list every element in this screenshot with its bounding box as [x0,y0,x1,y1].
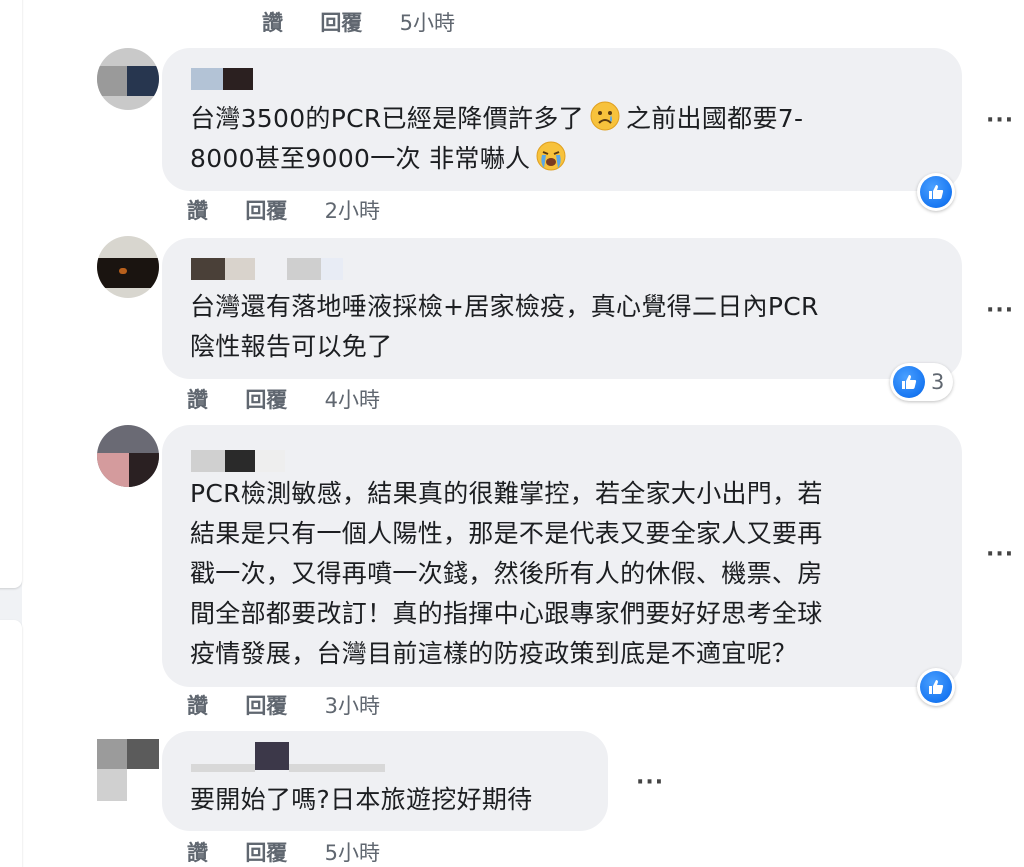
more-options-button[interactable]: ··· [986,542,1014,567]
like-reaction-icon [893,366,925,398]
reply-link[interactable]: 回覆 [245,385,287,415]
comment-text: 台灣還有落地唾液採檢+居家檢疫，真心覺得二日內PCR 陰性報告可以免了 [190,292,819,361]
reaction-badge[interactable]: 3 [890,363,954,401]
top-comment-actions: 讚 回覆 5小時 [262,8,485,38]
left-feed-card [0,0,22,588]
reaction-count: 3 [931,370,945,394]
more-options-button[interactable]: ··· [636,770,664,795]
timestamp[interactable]: 5小時 [325,838,380,867]
timestamp[interactable]: 4小時 [325,385,380,415]
reply-link[interactable]: 回覆 [245,691,287,721]
comment-text-part: 之前出國都要7- [625,104,804,133]
left-feed-card-lower [0,620,22,867]
crying-face-icon [536,141,566,171]
comment-actions: 讚 回覆 3小時 [187,691,410,721]
reaction-badge[interactable] [917,668,955,706]
like-reaction-icon [920,176,952,208]
timestamp[interactable]: 2小時 [325,196,380,226]
comment-text: 要開始了嗎?日本旅遊挖好期待 [190,785,533,814]
avatar[interactable] [97,236,159,298]
like-reaction-icon [920,671,952,703]
more-options-button[interactable]: ··· [986,298,1014,323]
comment-text: 台灣3500的PCR已經是降價許多了 之前出國都要7- 8000甚至9000一次 非… [190,99,803,179]
timestamp[interactable]: 5小時 [400,8,455,38]
comment-text: PCR檢測敏感，結果真的很難掌控，若全家大小出門，若 結果是只有一個人陽性，那是… [190,479,823,668]
like-link[interactable]: 讚 [262,8,283,38]
more-options-button[interactable]: ··· [986,108,1014,133]
like-link[interactable]: 讚 [187,385,208,415]
avatar[interactable] [97,425,159,487]
comment-thread: 讚 回覆 5小時 台灣3500的PCR已經是降價許多了 之前出國都要7- 8000甚… [0,0,1024,867]
reply-link[interactable]: 回覆 [245,196,287,226]
comment-actions: 讚 回覆 2小時 [187,196,410,226]
comment-text-part: 台灣3500的PCR已經是降價許多了 [190,104,584,133]
like-link[interactable]: 讚 [187,838,208,867]
avatar[interactable] [97,739,159,801]
reply-link[interactable]: 回覆 [320,8,362,38]
like-link[interactable]: 讚 [187,691,208,721]
comment-actions: 讚 回覆 4小時 [187,385,410,415]
comment-actions: 讚 回覆 5小時 [187,838,410,867]
timestamp[interactable]: 3小時 [325,691,380,721]
reaction-badge[interactable] [917,173,955,211]
like-link[interactable]: 讚 [187,196,208,226]
avatar[interactable] [97,48,159,110]
sad-face-icon [590,101,620,131]
comment-text-part: 8000甚至9000一次 非常嚇人 [190,144,531,173]
reply-link[interactable]: 回覆 [245,838,287,867]
